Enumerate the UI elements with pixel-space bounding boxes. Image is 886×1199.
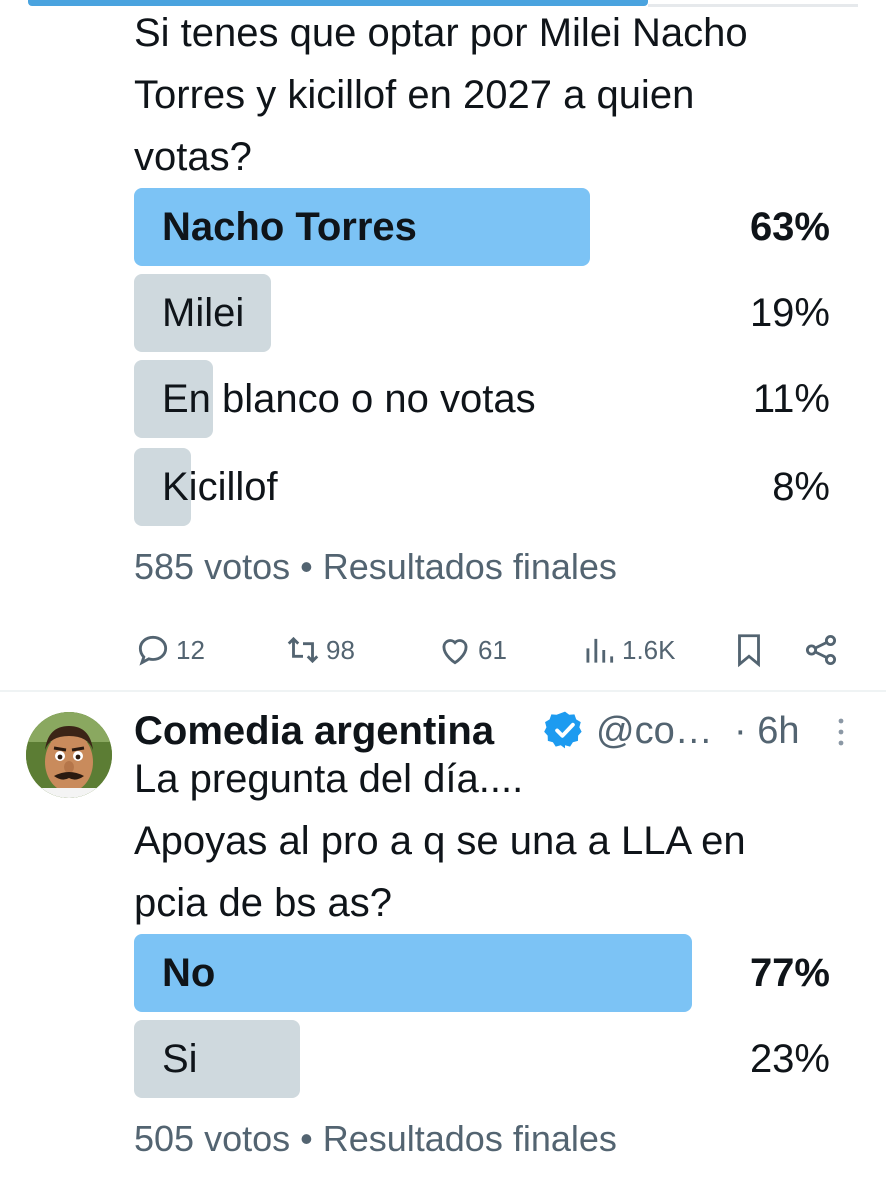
tweet1-text-line: Si tenes que optar por Milei Nacho [134,11,748,55]
tweet2-text-line: pcia de bs as? [134,881,392,925]
poll-option-label: Si [162,1037,198,1081]
tweet1-text-line: votas? [134,135,252,179]
more-options-icon[interactable] [834,714,848,750]
tweet2-text: La pregunta del día.... Apoyas al pro a … [134,748,746,934]
poll1-option: Nacho Torres 63% [134,188,830,266]
poll-option-percent: 19% [749,291,830,335]
avatar[interactable] [26,712,112,798]
like-button[interactable]: 61 [436,622,507,678]
poll-option-percent: 23% [749,1037,830,1081]
verified-badge-icon [544,711,582,749]
share-button[interactable] [802,622,844,678]
poll-option-label: No [162,951,216,995]
views-count: 1.6K [622,634,676,665]
tweet2-text-line: La pregunta del día.... [134,757,524,801]
poll-option-percent: 11% [752,377,830,421]
poll-option-percent: 63% [749,205,830,249]
poll1-option: Kicillof 8% [134,448,830,526]
tweet2-text-line: Apoyas al pro a q se una a LLA en [134,819,746,863]
views-icon [586,638,614,663]
poll1-meta: 585 votos • Resultados finales [134,546,617,587]
share-icon [805,634,837,666]
poll-bar [134,1020,300,1098]
repost-button[interactable]: 98 [284,622,355,678]
reply-icon [138,635,168,666]
tweet-divider [0,690,886,692]
tweet1-actions: 12 98 61 1.6K [134,622,844,678]
poll-option-label: Nacho Torres [162,205,417,249]
poll1-option: Milei 19% [134,274,830,352]
reply-count: 12 [176,634,205,665]
poll-option-label: Milei [162,291,245,335]
poll-option-label: En blanco o no votas [162,377,536,421]
poll2-option: Si 23% [134,1020,830,1098]
repost-count: 98 [326,634,355,665]
poll1-option: En blanco o no votas 11% [134,360,830,438]
poll2-option: No 77% [134,934,830,1012]
tweet1-text: Si tenes que optar por Milei Nacho Torre… [134,2,748,188]
bookmark-icon [738,634,760,668]
like-count: 61 [478,634,507,665]
reply-button[interactable]: 12 [134,622,205,678]
bookmark-button[interactable] [730,622,772,678]
avatar-image [26,712,112,798]
poll-option-percent: 8% [772,465,830,509]
tweet1-text-line: Torres y kicillof en 2027 a quien [134,73,695,117]
poll-option-percent: 77% [749,951,830,995]
like-icon [442,639,468,665]
views-button[interactable]: 1.6K [580,622,676,678]
poll-option-label: Kicillof [162,465,278,509]
poll2-meta: 505 votos • Resultados finales [134,1118,617,1159]
repost-icon [287,636,319,664]
poll-bar [134,934,692,1012]
